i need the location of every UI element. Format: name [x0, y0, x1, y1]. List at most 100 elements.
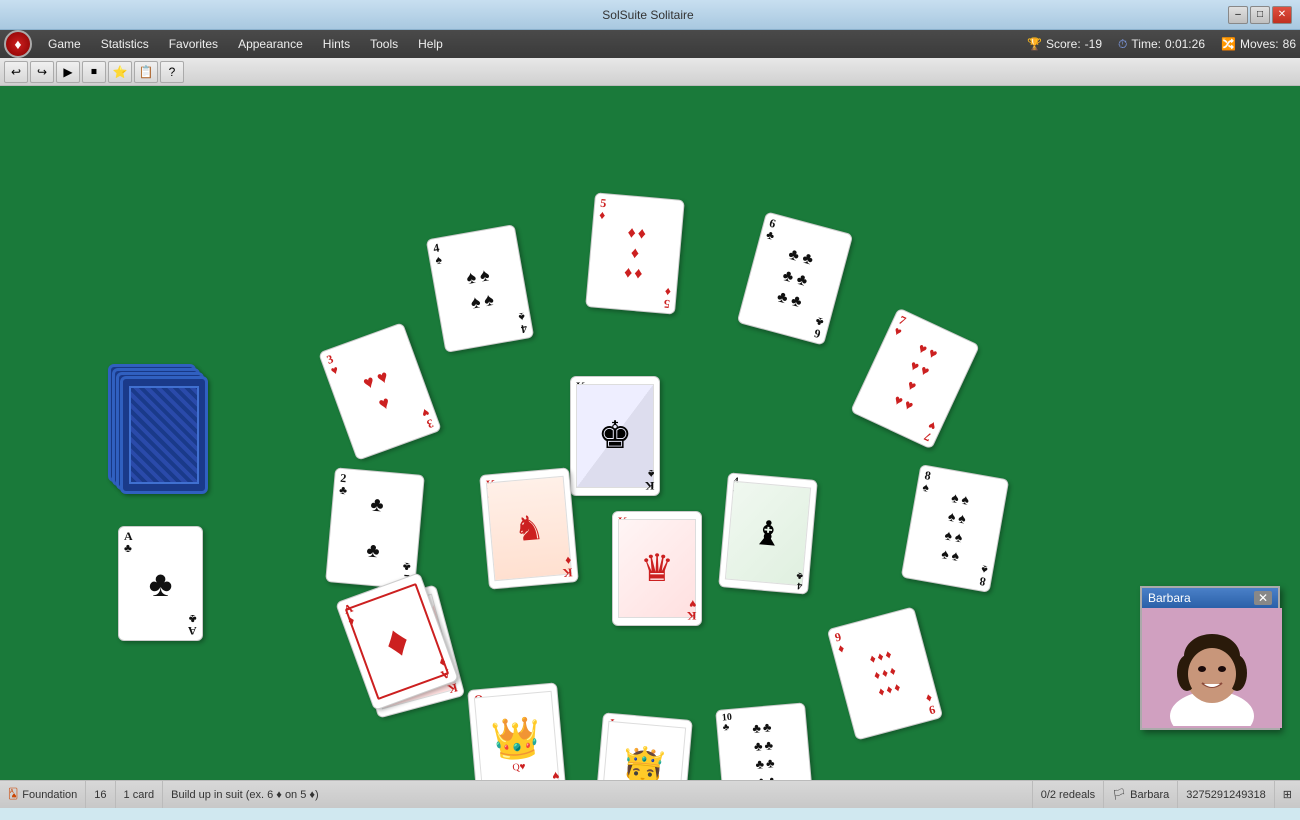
face-icon: 🤴: [617, 742, 671, 780]
close-photo-button[interactable]: ✕: [1254, 591, 1272, 605]
close-button[interactable]: ✕: [1272, 6, 1292, 24]
card-rank-bottom: K♦: [561, 554, 572, 579]
status-card-icon: 🂡: [8, 789, 18, 800]
score-label: Score:: [1046, 37, 1081, 51]
status-player: 🏳 Barbara: [1104, 781, 1178, 808]
player-name-status: Barbara: [1130, 789, 1169, 801]
toolbar-redo[interactable]: ↪: [30, 61, 54, 83]
card-rank-bottom: K♠: [645, 468, 654, 492]
card-rank-top: 2♣: [339, 472, 349, 497]
card-ace-clubs[interactable]: A♣ ♣ A♣: [118, 526, 203, 641]
card-rank-top: A♣: [124, 530, 133, 554]
menu-items: Game Statistics Favorites Appearance Hin…: [38, 33, 1027, 55]
card-4-spades[interactable]: 4♠ ♠♠♠♠ 4♠: [426, 224, 535, 353]
face-card-design: 👑 Q♥: [474, 691, 560, 780]
menu-game[interactable]: Game: [38, 33, 91, 55]
card-king-hearts[interactable]: K♥ ♛ K♥: [612, 511, 702, 626]
window-controls[interactable]: – □ ✕: [1228, 6, 1292, 24]
window-title: SolSuite Solitaire: [68, 8, 1228, 22]
card-pips: ♣♣♣♣♣♣: [764, 232, 826, 326]
resize-icon: ⊞: [1283, 788, 1292, 801]
card-rank-top: 4♠: [432, 241, 442, 266]
deck-pile[interactable]: [120, 376, 208, 494]
menu-tools[interactable]: Tools: [360, 33, 408, 55]
menu-hints[interactable]: Hints: [313, 33, 360, 55]
face-card-design: 🤴 J♥: [600, 721, 686, 780]
status-resize[interactable]: ⊞: [1275, 781, 1300, 808]
card-jack-hearts[interactable]: J♥ 🤴 J♥ J♥: [593, 712, 693, 780]
card-rank-bottom: 9♦: [924, 692, 936, 717]
redeals-value: 0/2 redeals: [1041, 789, 1095, 801]
status-foundation: 🂡 Foundation: [0, 781, 86, 808]
card-count-value: 1 card: [124, 789, 155, 801]
card-rank-top: 3♥: [325, 352, 340, 377]
build-rule-text: Build up in suit (ex. 6 ♦ on 5 ♦): [171, 789, 319, 801]
menu-favorites[interactable]: Favorites: [159, 33, 228, 55]
status-seed: 3275291249318: [1178, 781, 1275, 808]
card-pips: ♦♦♦♦♦♦♦♦♦: [860, 636, 909, 711]
face-icon: ♞: [512, 507, 546, 550]
card-9-diamonds[interactable]: 9♦ ♦♦♦♦♦♦♦♦♦ 9♦: [827, 606, 944, 740]
app-logo: ♦: [4, 30, 32, 58]
score-display: 🏆 Score: -19: [1027, 37, 1102, 51]
status-build-rule: Build up in suit (ex. 6 ♦ on 5 ♦): [163, 781, 1033, 808]
card-rank-top: 6♣: [765, 217, 779, 242]
card-rank-bottom: 5♦: [663, 286, 671, 310]
score-value: -19: [1085, 37, 1102, 51]
toolbar-undo[interactable]: ↩: [4, 61, 28, 83]
toolbar-favorites[interactable]: ⭐: [108, 61, 132, 83]
player-name: Barbara: [1148, 591, 1191, 605]
seed-value: 3275291249318: [1186, 789, 1266, 801]
card-pips: ♠♠♠♠: [454, 245, 507, 333]
toolbar: ↩ ↪ ▶ ⏹ ⭐ 📋 ?: [0, 58, 1300, 86]
minimize-button[interactable]: –: [1228, 6, 1248, 24]
menu-help[interactable]: Help: [408, 33, 453, 55]
card-rank-top: 9♦: [833, 630, 845, 655]
player-photo-title: Barbara ✕: [1142, 588, 1278, 608]
card-7-hearts[interactable]: 7♥ ♥♥♥♥♥♥♥ 7♥: [850, 307, 980, 449]
status-pile-count: 16: [86, 781, 115, 808]
card-king-queen-left[interactable]: K♦ ♞ K♦: [479, 467, 579, 589]
card-10-clubs[interactable]: 10♣ ♣♣♣♣♣♣♣♣♣♣ 10♣: [715, 702, 815, 780]
toolbar-help[interactable]: ?: [160, 61, 184, 83]
menu-bar: ♦ Game Statistics Favorites Appearance H…: [0, 30, 1300, 58]
card-5-diamonds[interactable]: 5♦ ♦♦♦♦♦ 5♦: [585, 192, 685, 314]
card-pips: ♠♠♠♠♠♠♠♠: [932, 480, 978, 577]
face-icon: 👑: [490, 712, 544, 763]
card-suit-center: ♣: [149, 563, 173, 605]
face-card-design: ♞: [486, 476, 572, 582]
card-2-clubs[interactable]: 2♣ ♣♣ 2♣: [325, 467, 425, 589]
card-queen-hearts[interactable]: Q♥ 👑 Q♥ Q♥: [467, 682, 567, 780]
face-icon: ♚: [598, 413, 632, 458]
card-pips: ♣♣♣♣♣♣♣♣♣♣: [745, 708, 785, 780]
card-rank-top: 7♥: [892, 314, 909, 339]
moves-display: 🔀 Moves: 86: [1221, 37, 1296, 51]
card-3-hearts[interactable]: 3♥ ♥♥♥ 3♥: [318, 322, 442, 461]
pile-count-value: 16: [94, 789, 106, 801]
title-bar: SolSuite Solitaire – □ ✕: [0, 0, 1300, 30]
time-value: 0:01:26: [1165, 37, 1205, 51]
maximize-button[interactable]: □: [1250, 6, 1270, 24]
card-rank-bottom: 4♠: [517, 311, 527, 336]
card-rank-bottom: 8♠: [978, 563, 988, 588]
face-icon: ♛: [640, 546, 674, 591]
card-rank-bottom: K♥: [687, 598, 696, 622]
card-king-spades-center[interactable]: K♠ ♚ K♠: [570, 376, 660, 496]
card-6-clubs[interactable]: 6♣ ♣♣♣♣♣♣ 6♣: [737, 211, 854, 345]
toolbar-new[interactable]: ▶: [56, 61, 80, 83]
card-rank-bottom: 7♥: [921, 419, 938, 444]
menu-appearance[interactable]: Appearance: [228, 33, 313, 55]
card-rank-bottom: 3♥: [420, 406, 435, 431]
status-card-count: 1 card: [116, 781, 164, 808]
moves-label: Moves:: [1240, 37, 1279, 51]
player-icon: 🏳: [1112, 788, 1126, 801]
menu-statistics[interactable]: Statistics: [91, 33, 159, 55]
card-rank-bottom: Q♥: [549, 769, 560, 780]
game-area[interactable]: A♣ ♣ A♣ 3♥ ♥♥♥ 3♥ 4♠ ♠♠♠♠ 4♠ 5♦ ♦♦♦♦♦ 5♦…: [0, 86, 1300, 780]
card-4-right[interactable]: 4♣ ♝ 4♣: [718, 472, 818, 594]
toolbar-stop[interactable]: ⏹: [82, 61, 106, 83]
time-display: ⏱ Time: 0:01:26: [1118, 37, 1205, 52]
card-8-spades[interactable]: 8♠ ♠♠♠♠♠♠♠♠ 8♠: [901, 464, 1010, 593]
status-foundation-label: Foundation: [22, 789, 77, 801]
toolbar-stats[interactable]: 📋: [134, 61, 158, 83]
